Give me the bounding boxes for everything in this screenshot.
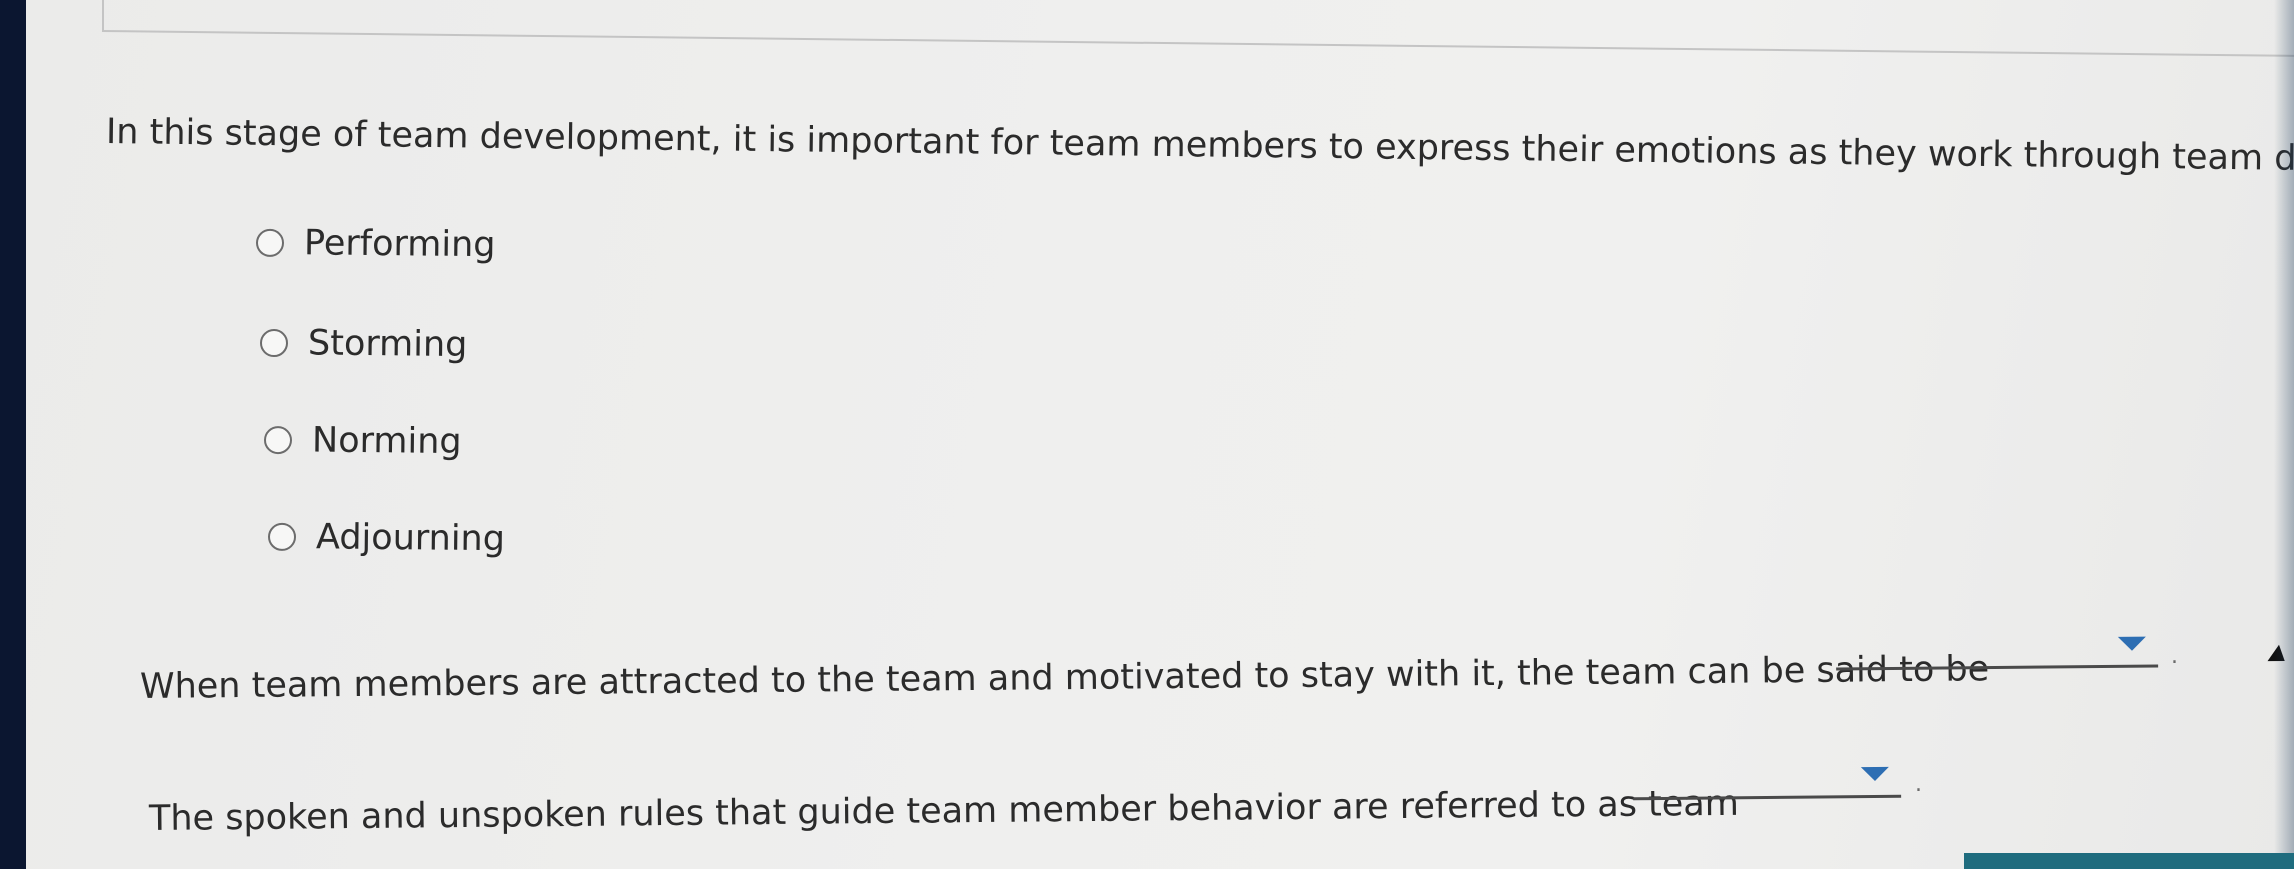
radio-unchecked-icon[interactable] [255,228,285,258]
caret-down-icon[interactable] [1860,766,1889,782]
sentence-period: . [1915,772,1922,797]
screen: In this stage of team development, it is… [26,0,2294,869]
question-3-dropdown[interactable] [1632,764,1902,801]
panel-left-border [102,0,104,30]
question-1-prompt: In this stage of team development, it is… [105,112,2294,181]
option-performing[interactable]: Performing [255,223,496,266]
question-3-prompt: The spoken and unspoken rules that guide… [148,783,1740,839]
option-adjourning[interactable]: Adjourning [267,517,506,560]
taskbar-fragment [1964,853,2294,869]
radio-unchecked-icon[interactable] [259,328,289,358]
option-label: Adjourning [315,517,506,560]
screen-edge-shadow [2274,0,2294,869]
option-storming[interactable]: Storming [259,323,468,366]
option-label: Norming [311,420,462,463]
radio-unchecked-icon[interactable] [267,522,297,552]
option-label: Storming [307,323,468,366]
question-2-prompt: When team members are attracted to the t… [139,649,1990,707]
sentence-period: . [2171,644,2178,669]
question-2-dropdown[interactable] [1835,634,2159,671]
option-label: Performing [303,223,496,266]
radio-unchecked-icon[interactable] [263,425,293,455]
caret-down-icon[interactable] [2117,636,2146,651]
panel-top-border [101,30,2294,57]
option-norming[interactable]: Norming [263,420,462,463]
